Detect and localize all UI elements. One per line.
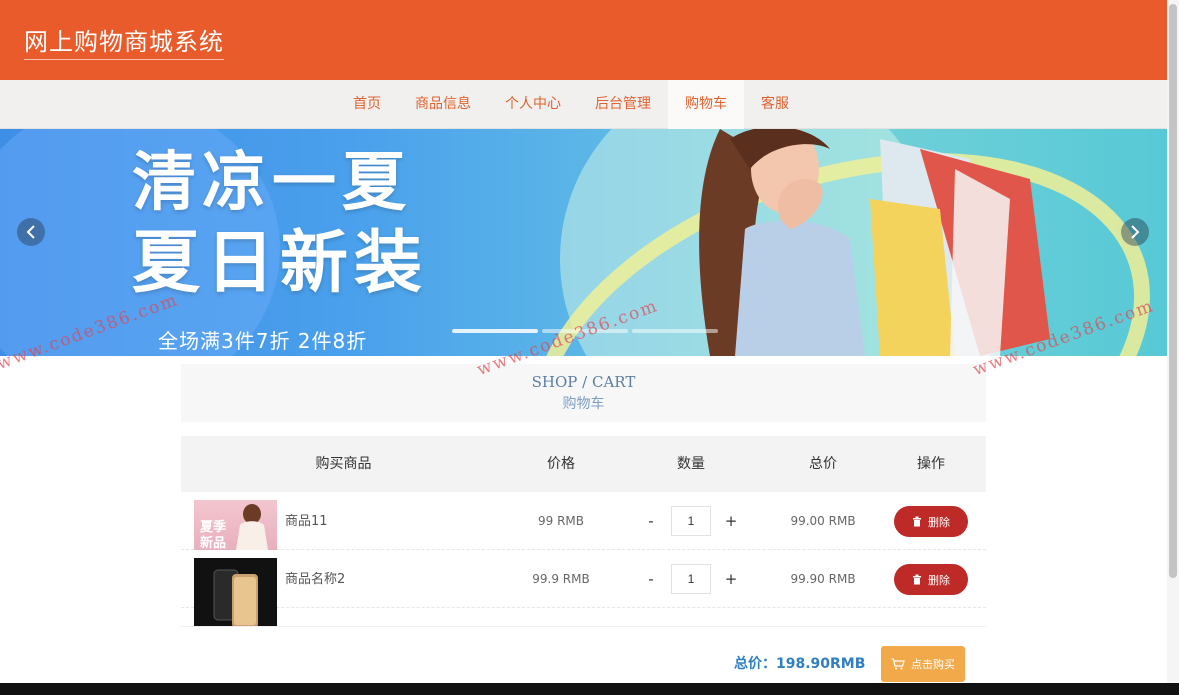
top-header: 网上购物商城系统 — [0, 0, 1167, 80]
row-total: 99.00 RMB — [790, 514, 856, 528]
main-nav: 首页 商品信息 个人中心 后台管理 购物车 客服 — [0, 80, 1167, 129]
site-title[interactable]: 网上购物商城系统 — [24, 22, 224, 60]
delete-button-label: 删除 — [928, 573, 950, 587]
cart-summary: 总价：198.90RMB 点击购买 — [181, 626, 986, 686]
quantity-input[interactable] — [671, 506, 711, 536]
app-window: 网上购物商城系统 首页 商品信息 个人中心 后台管理 购物车 客服 清凉一夏 夏… — [0, 0, 1179, 695]
carousel-next-button[interactable] — [1121, 218, 1149, 246]
carousel-prev-button[interactable] — [17, 218, 45, 246]
thumbnail-caption: 夏季 新品 — [200, 520, 227, 551]
nav-item-service[interactable]: 客服 — [744, 80, 806, 129]
column-header-total: 总价 — [809, 456, 837, 472]
carousel-dot-3[interactable] — [632, 329, 718, 333]
quantity-decrease-button[interactable]: - — [639, 512, 663, 530]
quantity-stepper: - + — [639, 506, 743, 536]
cart-total: 总价：198.90RMB — [734, 653, 865, 673]
nav-list: 首页 商品信息 个人中心 后台管理 购物车 客服 — [336, 80, 806, 129]
section-title-cn: 购物车 — [562, 396, 605, 412]
delete-button[interactable]: 删除 — [894, 506, 968, 537]
column-header-quantity: 数量 — [677, 456, 705, 472]
quantity-decrease-button[interactable]: - — [639, 570, 663, 588]
chevron-right-icon — [1131, 225, 1140, 239]
cart-total-label: 总价： — [734, 656, 776, 672]
chevron-left-icon — [26, 225, 35, 239]
quantity-increase-button[interactable]: + — [719, 570, 743, 588]
column-header-product: 购买商品 — [315, 456, 372, 472]
delete-button-label: 删除 — [928, 515, 950, 529]
nav-item-products[interactable]: 商品信息 — [398, 80, 488, 129]
section-header: SHOP / CART 购物车 — [181, 364, 986, 422]
trash-icon — [913, 516, 921, 527]
quantity-stepper: - + — [639, 564, 743, 594]
scrollbar-thumb[interactable] — [1169, 4, 1177, 578]
column-header-action: 操作 — [917, 456, 945, 472]
cart-icon — [891, 658, 905, 670]
nav-item-cart[interactable]: 购物车 — [668, 80, 744, 129]
nav-item-profile[interactable]: 个人中心 — [488, 80, 578, 129]
table-row: 商品名称2 99.9 RMB - + 99.90 RMB 删除 — [181, 550, 986, 642]
trash-icon — [913, 574, 921, 585]
section-title-en: SHOP / CART — [531, 373, 636, 391]
product-price: 99 RMB — [537, 514, 584, 528]
carousel-dot-1[interactable] — [452, 329, 538, 333]
product-name[interactable]: 商品11 — [285, 510, 328, 529]
product-name[interactable]: 商品名称2 — [285, 568, 345, 587]
table-row: 夏季 新品 商品11 99 RMB - + 99.00 RMB 删除 — [181, 492, 986, 584]
quantity-increase-button[interactable]: + — [719, 512, 743, 530]
banner-subtitle: 全场满3件7折 2件8折 — [158, 329, 368, 353]
vertical-scrollbar[interactable] — [1167, 0, 1179, 683]
cart-table-header: 购买商品 价格 数量 总价 操作 — [181, 436, 986, 492]
window-bottom-edge — [0, 683, 1179, 695]
nav-item-admin[interactable]: 后台管理 — [578, 80, 668, 129]
product-price: 99.9 RMB — [532, 572, 590, 586]
buy-button-label: 点击购买 — [911, 658, 955, 671]
buy-button[interactable]: 点击购买 — [881, 646, 965, 682]
row-total: 99.90 RMB — [790, 572, 856, 586]
nav-item-home[interactable]: 首页 — [336, 80, 398, 129]
column-header-price: 价格 — [547, 456, 575, 472]
quantity-input[interactable] — [671, 564, 711, 594]
banner-headline-2: 夏日新装 — [132, 224, 429, 303]
delete-button[interactable]: 删除 — [894, 564, 968, 595]
cart-total-value: 198.90RMB — [776, 656, 866, 672]
banner-shopping-bags-image — [870, 139, 1050, 356]
